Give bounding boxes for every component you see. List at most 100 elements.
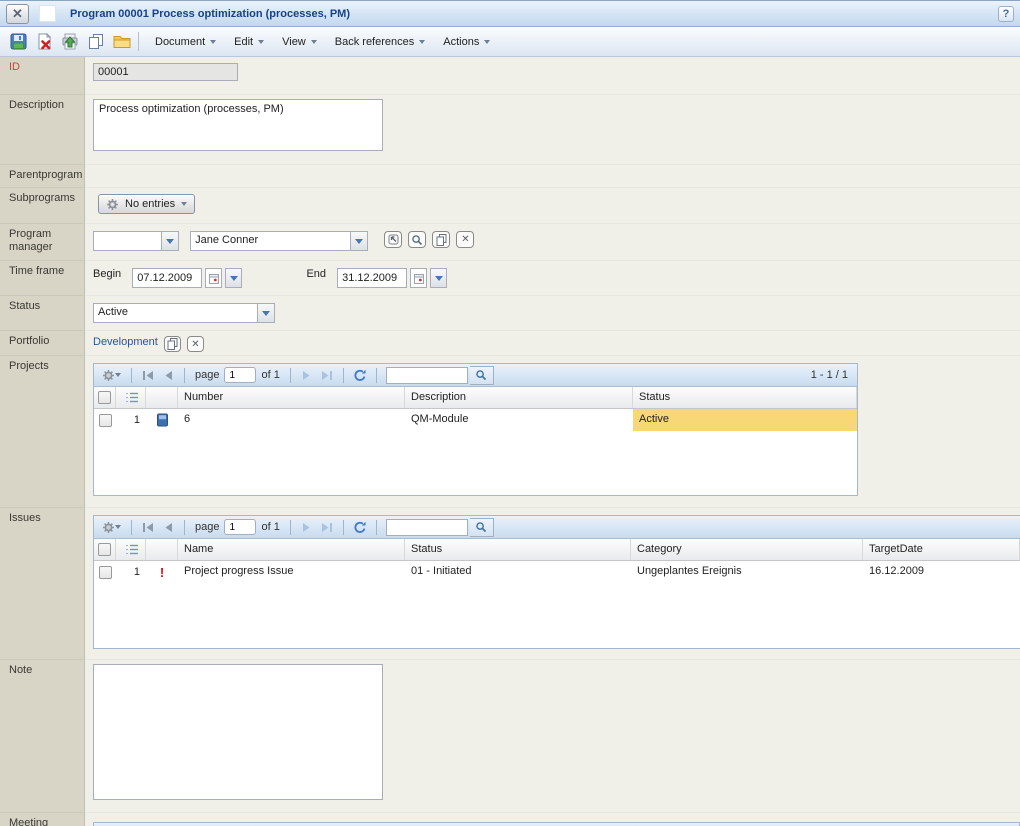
grid-search-button[interactable] bbox=[470, 366, 494, 385]
menu-back-references[interactable]: Back references bbox=[326, 32, 434, 52]
folder-icon bbox=[113, 34, 131, 49]
field-label-portfolio: Portfolio bbox=[0, 331, 85, 356]
first-page-button[interactable] bbox=[139, 366, 157, 384]
delete-button[interactable] bbox=[31, 30, 57, 53]
dropdown-button[interactable] bbox=[161, 232, 178, 250]
grid-search-input[interactable] bbox=[386, 367, 468, 384]
column-header-status[interactable]: Status bbox=[405, 539, 631, 560]
field-label-parentprogram: Parentprogram bbox=[0, 165, 85, 188]
end-date-field[interactable] bbox=[337, 268, 407, 288]
exclamation-icon: ! bbox=[160, 565, 164, 580]
project-icon bbox=[156, 413, 169, 427]
column-header-description[interactable]: Description bbox=[405, 387, 633, 408]
chevron-down-icon bbox=[484, 40, 490, 47]
paste-manager-button[interactable] bbox=[432, 231, 450, 248]
page-input[interactable] bbox=[224, 367, 256, 383]
menu-actions[interactable]: Actions bbox=[434, 32, 499, 52]
column-header-targetdate[interactable]: TargetDate bbox=[863, 539, 1020, 560]
row-number: 1 bbox=[116, 409, 146, 431]
grid-settings-button[interactable] bbox=[98, 366, 124, 384]
chevron-down-icon bbox=[181, 202, 187, 209]
clear-portfolio-button[interactable]: ✕ bbox=[187, 336, 204, 352]
dropdown-button[interactable] bbox=[257, 304, 274, 322]
field-label-note: Note bbox=[0, 660, 85, 813]
grid-search-button[interactable] bbox=[470, 518, 494, 537]
column-header-category[interactable]: Category bbox=[631, 539, 863, 560]
help-button[interactable]: ? bbox=[998, 6, 1014, 22]
field-label-projects: Projects bbox=[0, 356, 85, 508]
chevron-down-icon bbox=[115, 373, 121, 380]
row-checkbox[interactable] bbox=[99, 414, 112, 427]
folder-button[interactable] bbox=[109, 30, 135, 53]
column-header-number[interactable]: Number bbox=[178, 387, 405, 408]
row-number-column-header[interactable] bbox=[116, 539, 146, 560]
next-page-button[interactable] bbox=[298, 518, 316, 536]
prev-page-icon bbox=[163, 522, 174, 533]
paste-portfolio-button[interactable] bbox=[164, 336, 181, 352]
field-label-status: Status bbox=[0, 296, 85, 331]
select-all-checkbox[interactable] bbox=[98, 391, 111, 404]
first-page-button[interactable] bbox=[139, 518, 157, 536]
select-all-checkbox[interactable] bbox=[98, 543, 111, 556]
note-field[interactable] bbox=[93, 664, 383, 800]
save-icon bbox=[10, 33, 27, 50]
description-field[interactable]: Process optimization (processes, PM) bbox=[93, 99, 383, 151]
refresh-button[interactable] bbox=[351, 366, 369, 384]
save-button[interactable] bbox=[5, 30, 31, 53]
grid-search-input[interactable] bbox=[386, 519, 468, 536]
goto-icon bbox=[388, 234, 399, 245]
prev-page-icon bbox=[163, 370, 174, 381]
id-field[interactable] bbox=[93, 63, 238, 81]
clear-manager-button[interactable]: ✕ bbox=[456, 231, 474, 248]
end-label: End bbox=[306, 268, 326, 280]
page-label: page bbox=[192, 369, 222, 381]
table-row[interactable]: 1 6 QM-Module Active bbox=[94, 409, 857, 431]
issues-grid-toolbar: page of 1 bbox=[94, 516, 1020, 539]
portfolio-link[interactable]: Development bbox=[93, 336, 158, 348]
chevron-down-icon bbox=[115, 525, 121, 532]
print-button[interactable] bbox=[57, 30, 83, 53]
last-page-button[interactable] bbox=[318, 366, 336, 384]
manager-role-select[interactable] bbox=[93, 231, 179, 251]
goto-record-button[interactable] bbox=[384, 231, 402, 248]
menu-document[interactable]: Document bbox=[146, 32, 225, 52]
cell-status: Active bbox=[633, 409, 857, 431]
row-checkbox[interactable] bbox=[99, 566, 112, 579]
refresh-icon bbox=[353, 369, 367, 382]
last-page-icon bbox=[320, 370, 333, 381]
menu-view[interactable]: View bbox=[273, 32, 326, 52]
search-manager-button[interactable] bbox=[408, 231, 426, 248]
close-icon[interactable]: ✕ bbox=[6, 4, 29, 24]
subprograms-button[interactable]: No entries bbox=[98, 194, 195, 214]
chevron-down-icon bbox=[262, 311, 270, 320]
begin-date-dropdown-button[interactable] bbox=[225, 268, 242, 288]
projects-grid-header: Number Description Status bbox=[94, 387, 857, 409]
manager-person-select[interactable]: Jane Conner bbox=[190, 231, 368, 251]
issues-grid: page of 1 Name Statu bbox=[93, 515, 1020, 649]
grid-settings-button[interactable] bbox=[98, 518, 124, 536]
end-date-dropdown-button[interactable] bbox=[430, 268, 447, 288]
refresh-button[interactable] bbox=[351, 518, 369, 536]
prev-page-button[interactable] bbox=[159, 518, 177, 536]
table-row[interactable]: 1 ! Project progress Issue 01 - Initiate… bbox=[94, 561, 1020, 583]
gear-icon bbox=[106, 198, 119, 211]
dropdown-button[interactable] bbox=[350, 232, 367, 250]
toolbar-separator bbox=[138, 32, 139, 51]
begin-calendar-button[interactable] bbox=[205, 268, 222, 288]
field-label-id: ID bbox=[0, 57, 85, 95]
begin-label: Begin bbox=[93, 268, 121, 280]
menu-edit[interactable]: Edit bbox=[225, 32, 273, 52]
column-header-status[interactable]: Status bbox=[633, 387, 857, 408]
copy-button[interactable] bbox=[83, 30, 109, 53]
row-number-column-header[interactable] bbox=[116, 387, 146, 408]
begin-date-field[interactable] bbox=[132, 268, 202, 288]
end-calendar-button[interactable] bbox=[410, 268, 427, 288]
numbered-list-icon bbox=[125, 391, 139, 404]
column-header-name[interactable]: Name bbox=[178, 539, 405, 560]
cell-targetdate: 16.12.2009 bbox=[863, 561, 1020, 583]
last-page-button[interactable] bbox=[318, 518, 336, 536]
status-select[interactable]: Active bbox=[93, 303, 275, 323]
prev-page-button[interactable] bbox=[159, 366, 177, 384]
page-input[interactable] bbox=[224, 519, 256, 535]
next-page-button[interactable] bbox=[298, 366, 316, 384]
